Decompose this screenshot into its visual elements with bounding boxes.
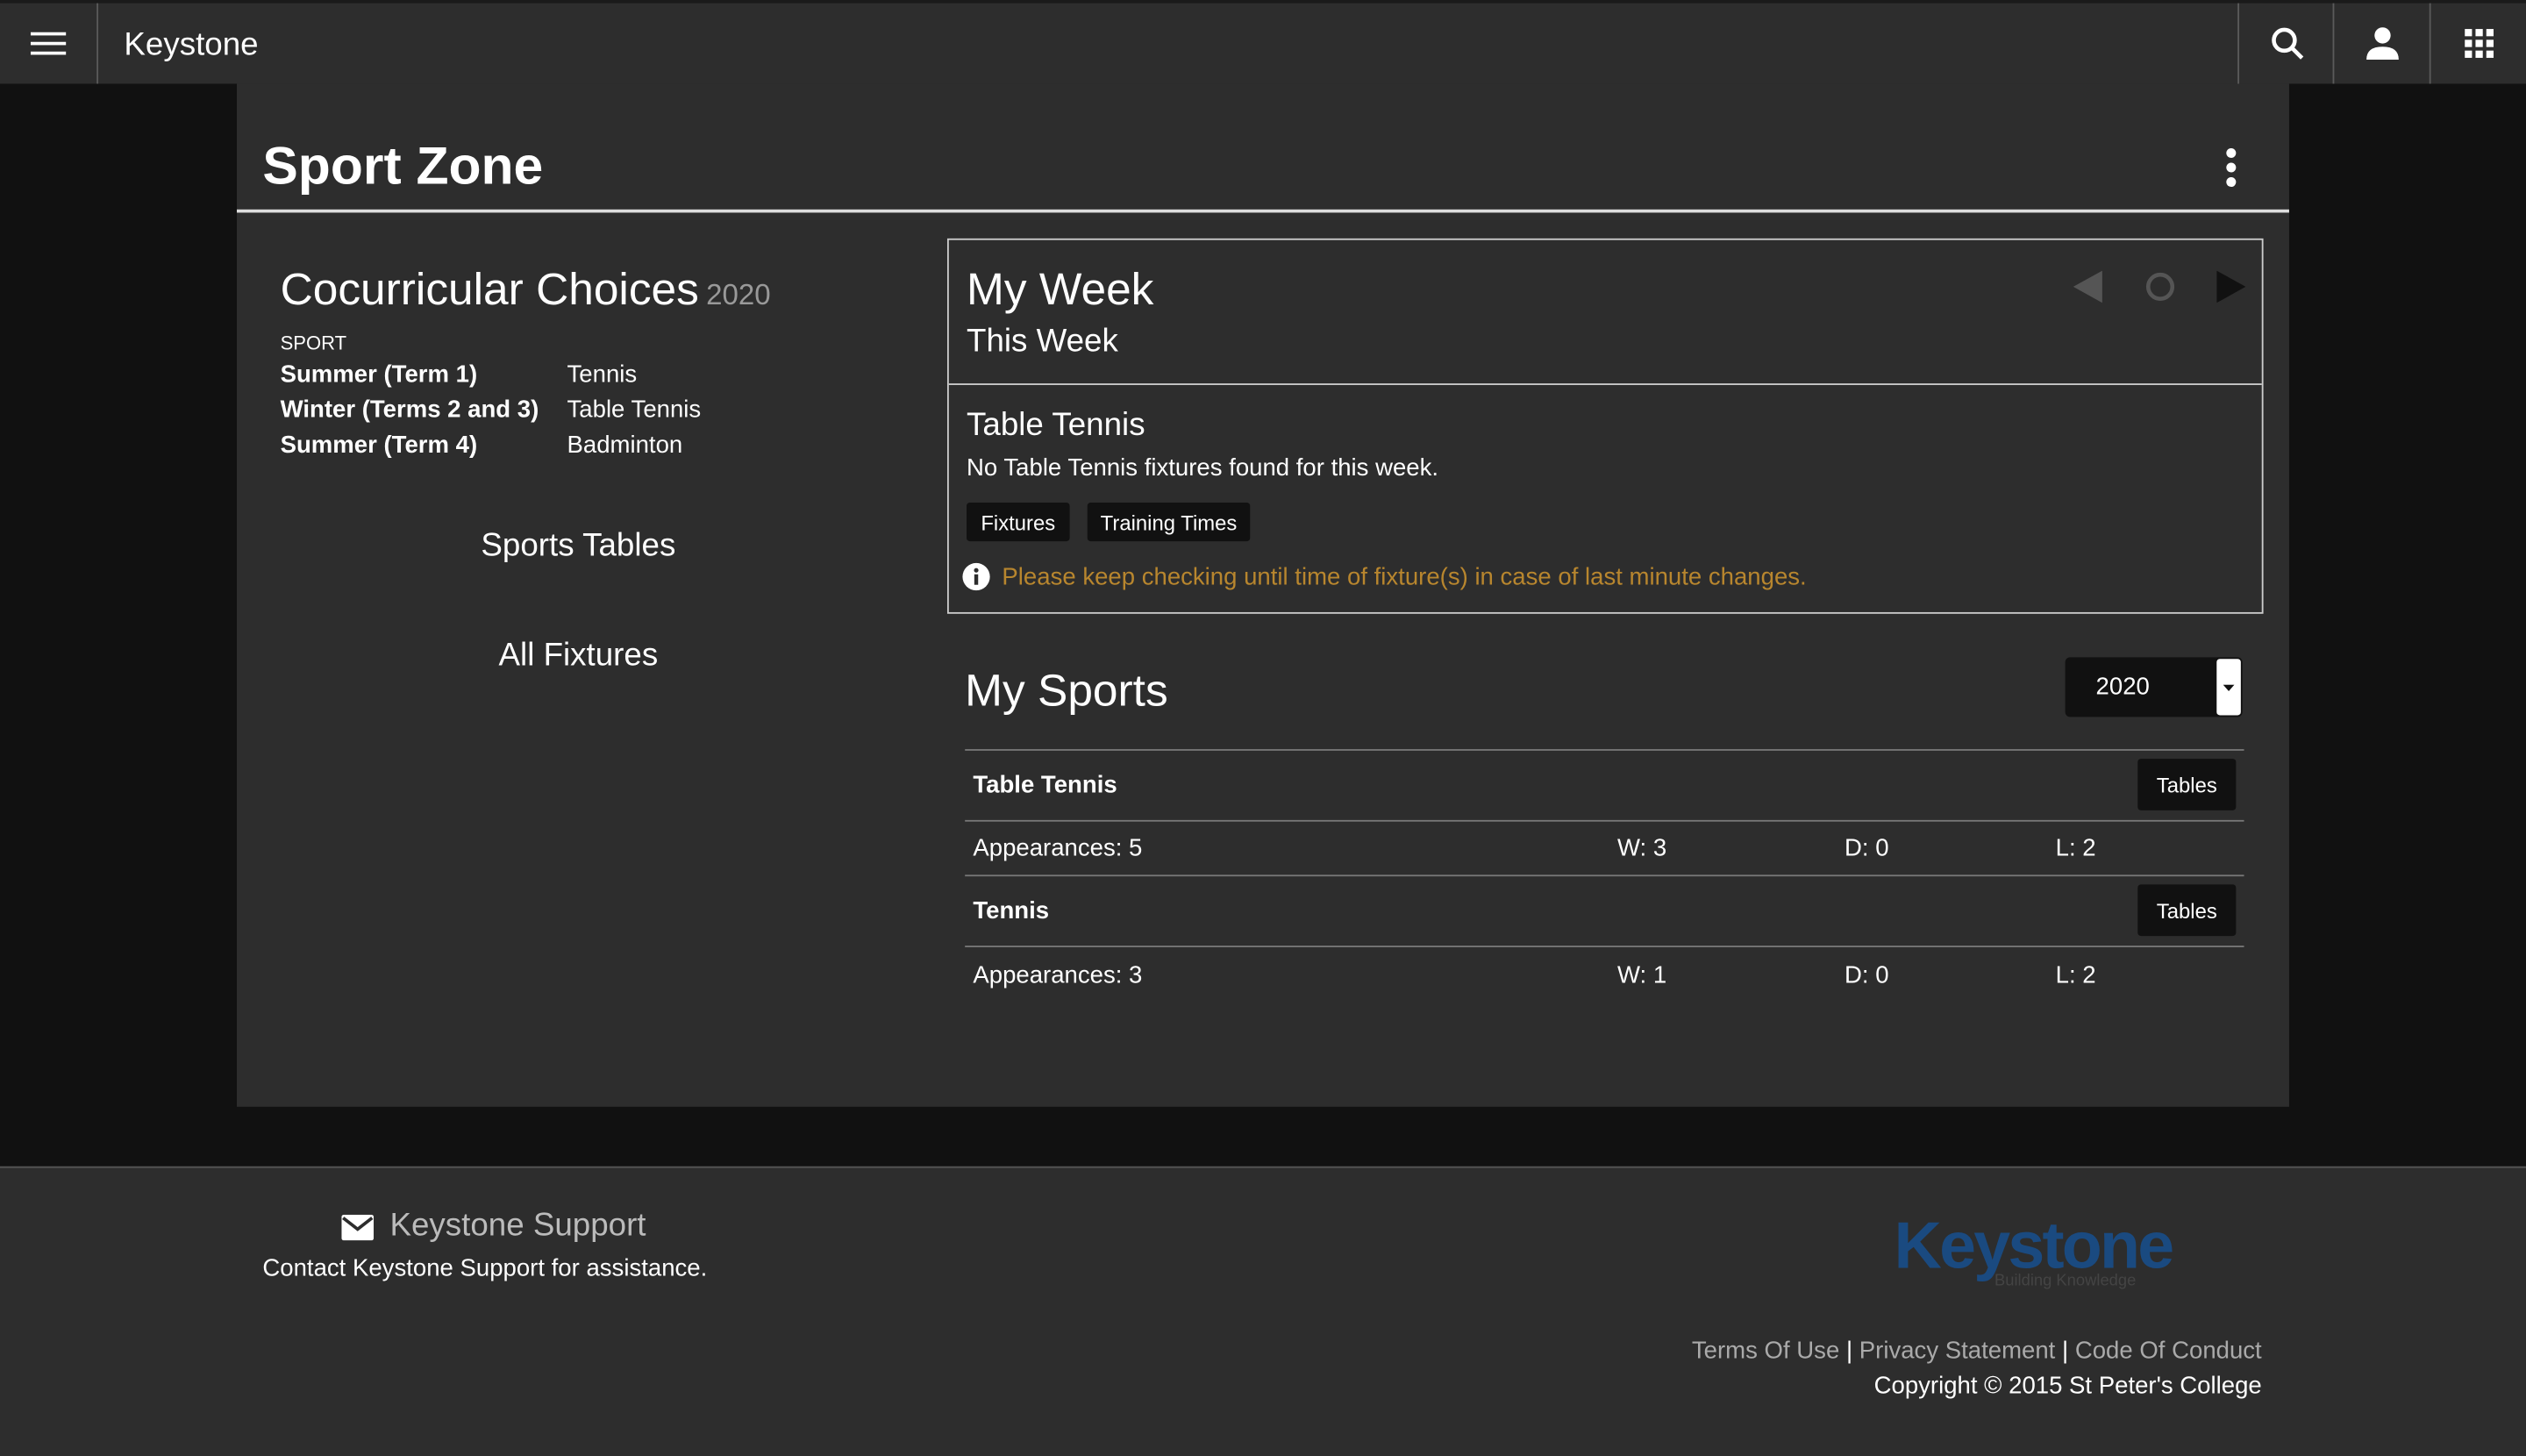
info-icon — [962, 562, 991, 599]
support-text: Contact Keystone Support for assistance. — [262, 1254, 708, 1283]
apps-button[interactable] — [2429, 3, 2526, 84]
fixtures-button[interactable]: Fixtures — [967, 503, 1070, 542]
divider — [948, 383, 2262, 385]
separator: | — [1845, 1337, 1853, 1365]
keystone-logo: Keystone Building Knowledge — [1891, 1211, 2174, 1290]
header-divider — [236, 209, 2289, 213]
top-bar: Keystone — [0, 0, 2526, 84]
footer-links: Terms Of Use | Privacy Statement | Code … — [1692, 1337, 2262, 1364]
divider — [965, 749, 2244, 751]
privacy-link[interactable]: Privacy Statement — [1859, 1337, 2056, 1364]
menu-button[interactable] — [0, 4, 95, 84]
sports-tables-link[interactable]: Sports Tables — [322, 528, 834, 565]
my-sports-title: My Sports — [965, 665, 1168, 716]
term-label: Winter (Terms 2 and 3) — [280, 396, 539, 425]
year-select[interactable]: 2020 — [2065, 657, 2243, 717]
my-week-title: My Week — [967, 264, 1154, 315]
term-sport: Badminton — [567, 432, 683, 460]
choices-year: 2020 — [706, 278, 771, 311]
divider — [96, 3, 99, 84]
choices-title: Cocurricular Choices — [280, 264, 699, 315]
year-select-value: 2020 — [2095, 673, 2150, 701]
divider — [965, 946, 2244, 947]
tables-button[interactable]: Tables — [2137, 759, 2237, 810]
app-title: Keystone — [124, 27, 259, 63]
page-title: Sport Zone — [262, 135, 544, 196]
divider — [965, 874, 2244, 877]
choices-heading: Cocurricular Choices 2020 — [281, 264, 771, 316]
appearances: Appearances: 3 — [973, 961, 1143, 989]
user-button[interactable] — [2332, 3, 2430, 84]
all-fixtures-link[interactable]: All Fixtures — [322, 638, 834, 674]
wins: W: 3 — [1617, 834, 1667, 862]
search-button[interactable] — [2237, 3, 2334, 84]
search-icon — [2271, 27, 2303, 60]
losses: L: 2 — [2055, 961, 2096, 989]
logo-text: Keystone — [1894, 1208, 2174, 1283]
divider — [965, 819, 2244, 822]
tables-button[interactable]: Tables — [2137, 884, 2237, 937]
chevron-down-icon — [2216, 659, 2241, 716]
grid-icon — [2464, 29, 2494, 58]
appearances: Appearances: 5 — [973, 834, 1143, 862]
circle-icon — [2145, 272, 2175, 302]
week-label: This Week — [967, 324, 1118, 360]
week-sport-title: Table Tennis — [967, 407, 1145, 444]
kebab-icon — [2226, 147, 2237, 188]
hamburger-icon — [29, 32, 66, 55]
envelope-icon — [341, 1214, 375, 1249]
triangle-right-icon — [2216, 270, 2246, 303]
draws: D: 0 — [1845, 834, 1889, 862]
training-times-button[interactable]: Training Times — [1087, 503, 1251, 542]
term-sport: Table Tennis — [567, 396, 702, 425]
previous-week-button[interactable] — [2073, 270, 2102, 311]
more-options-button[interactable] — [2222, 145, 2241, 201]
triangle-left-icon — [2073, 270, 2102, 303]
next-week-button[interactable] — [2216, 270, 2246, 311]
term-label: Summer (Term 1) — [280, 360, 478, 389]
sport-column-label: SPORT — [280, 332, 347, 355]
current-week-button[interactable] — [2144, 271, 2177, 311]
wins: W: 1 — [1617, 961, 1667, 989]
draws: D: 0 — [1845, 961, 1889, 989]
sport-name: Tennis — [973, 897, 1050, 925]
app-root: Keystone Sport Zone Cocurricular Choices… — [0, 0, 2526, 1456]
sport-name: Table Tennis — [973, 771, 1117, 800]
terms-link[interactable]: Terms Of Use — [1692, 1337, 1839, 1364]
fixture-notice: Please keep checking until time of fixtu… — [1002, 563, 1807, 592]
separator: | — [2062, 1337, 2069, 1365]
term-sport: Tennis — [567, 360, 638, 389]
copyright: Copyright © 2015 St Peter's College — [1873, 1372, 2262, 1401]
support-link[interactable]: Keystone Support — [389, 1209, 646, 1245]
no-fixtures-message: No Table Tennis fixtures found for this … — [967, 453, 1439, 482]
losses: L: 2 — [2055, 834, 2096, 862]
term-label: Summer (Term 4) — [280, 432, 478, 460]
user-icon — [2365, 27, 2398, 60]
conduct-link[interactable]: Code Of Conduct — [2075, 1337, 2262, 1364]
